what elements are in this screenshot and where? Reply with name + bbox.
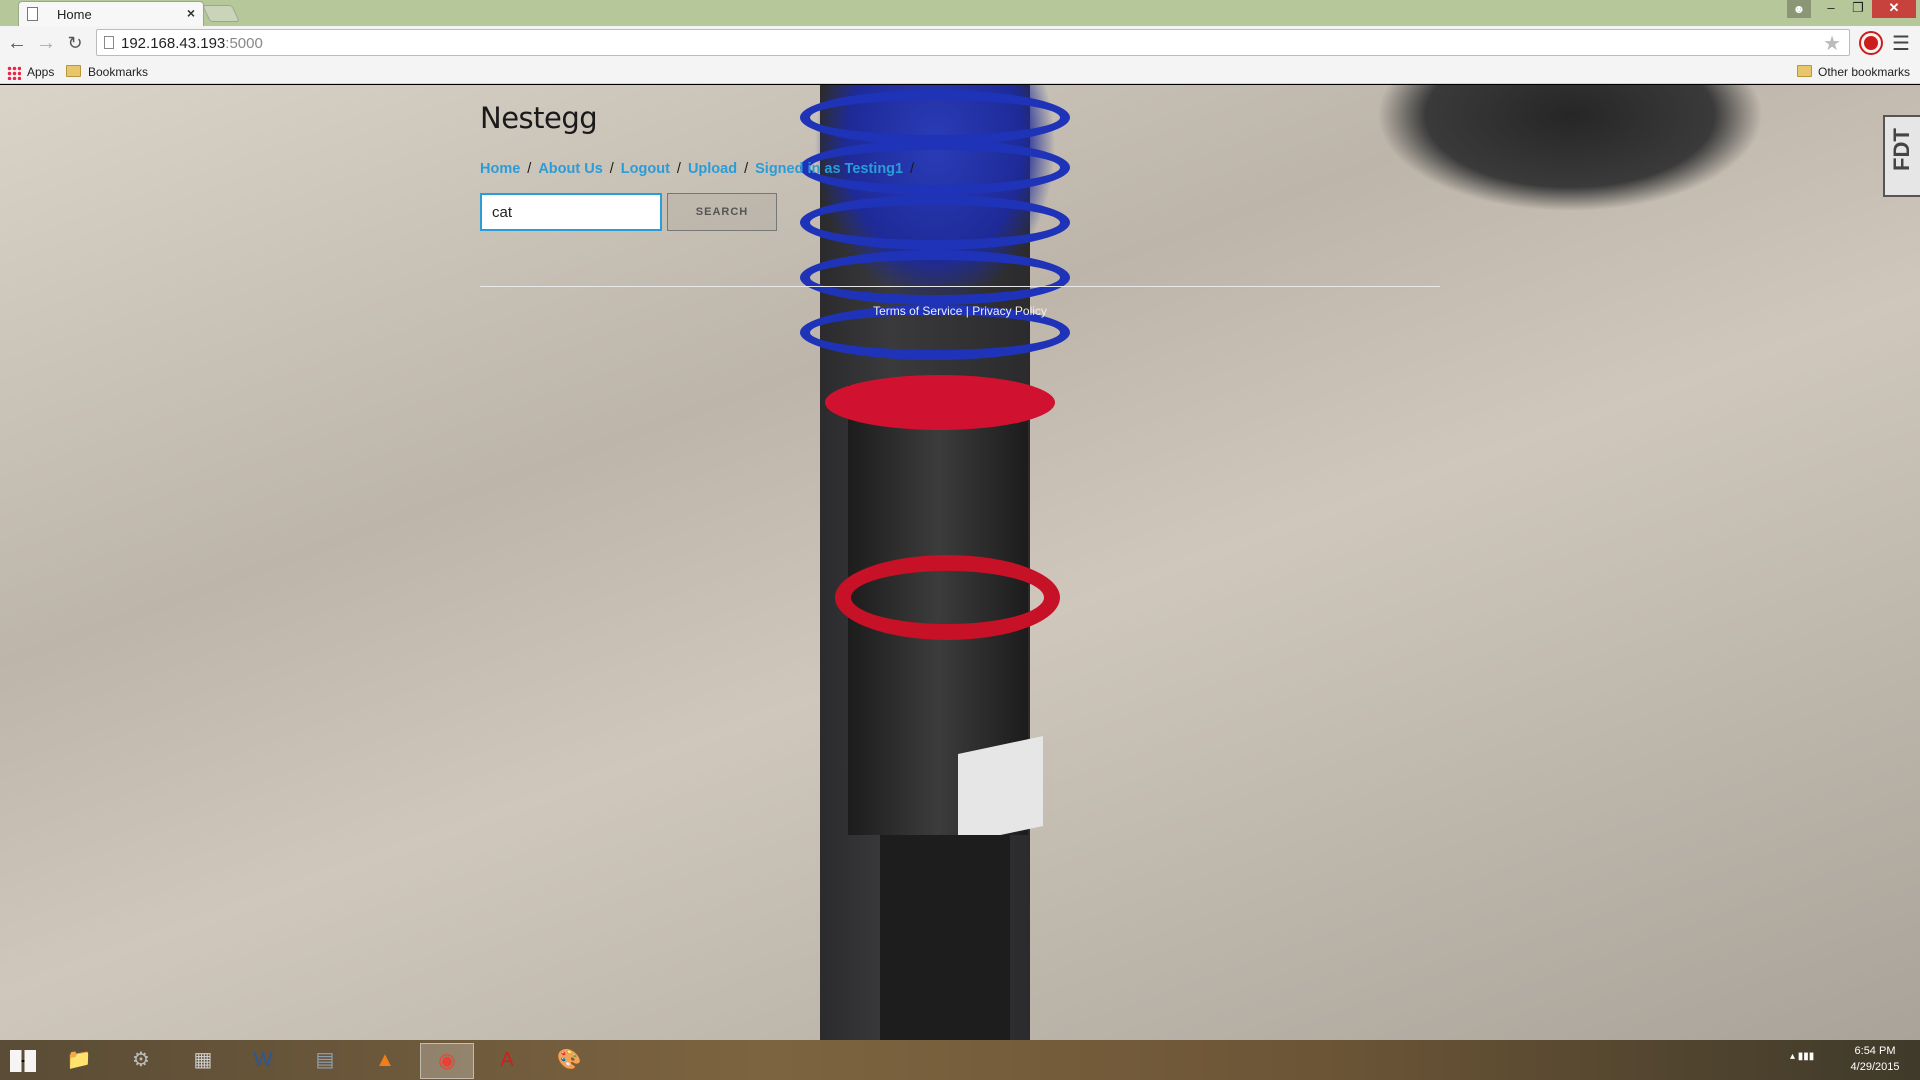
terms-of-service-link[interactable]: Terms of Service [873, 304, 962, 318]
back-arrow-icon[interactable]: ← [4, 30, 30, 56]
windows-taskbar: 📁 ⚙ ▦ W ▤ ▲ ◉ A 🎨 ▴ ▮▮▮ 6:54 PM 4/29/2015 [0, 1040, 1920, 1080]
taskbar-vlc-icon[interactable]: ▲ [358, 1043, 412, 1079]
background-photo-spring [800, 85, 1070, 385]
nav-signed-in-user[interactable]: Signed in as Testing1 [755, 161, 903, 177]
taskbar-acrobat-icon[interactable]: A [480, 1043, 534, 1079]
page-icon [104, 36, 114, 49]
bookmark-folder-bookmarks[interactable]: Bookmarks [88, 65, 148, 79]
system-tray[interactable]: ▴ ▮▮▮ [1790, 1051, 1814, 1062]
profile-icon[interactable]: ☻ [1787, 0, 1811, 18]
address-bar[interactable]: 192.168.43.193:5000 ★ [96, 29, 1850, 56]
forward-arrow-icon[interactable]: → [33, 30, 59, 56]
page-icon [27, 7, 38, 21]
clock-time: 6:54 PM [1854, 1045, 1896, 1057]
new-tab-button[interactable] [202, 5, 240, 22]
menu-icon[interactable]: ☰ [1892, 31, 1910, 56]
folder-icon [1797, 65, 1812, 77]
taskbar-calculator-icon[interactable]: ▤ [298, 1043, 352, 1079]
nav-logout[interactable]: Logout [621, 161, 670, 177]
nav-separator: / [676, 161, 681, 177]
site-navigation: Home / About Us / Logout / Upload / Signed in as… [480, 161, 921, 177]
taskbar-chrome-icon[interactable]: ◉ [420, 1043, 474, 1079]
footer-links: Terms of Service | Privacy Policy [480, 304, 1440, 318]
close-window-button[interactable]: ✕ [1872, 0, 1916, 18]
footer-separator: | [965, 304, 969, 318]
maximize-button[interactable]: ❐ [1845, 0, 1871, 18]
browser-title-bar: Home × ☻ – ❐ ✕ [0, 0, 1920, 26]
apps-grid-icon[interactable] [7, 66, 21, 80]
reload-icon[interactable]: ↻ [62, 30, 88, 56]
taskbar-file-explorer-icon[interactable]: 📁 [52, 1043, 106, 1079]
folder-icon [66, 65, 81, 77]
nav-separator: / [527, 161, 532, 177]
tab-home[interactable]: Home × [18, 1, 204, 26]
bookmarks-bar: Apps Bookmarks Other bookmarks [0, 60, 1920, 84]
nav-separator: / [609, 161, 614, 177]
bookmark-folder-other[interactable]: Other bookmarks [1818, 65, 1910, 79]
clock-date: 4/29/2015 [1850, 1061, 1900, 1073]
browser-toolbar: ← → ↻ 192.168.43.193:5000 ★ ☰ [0, 26, 1920, 60]
page-viewport: Nestegg Home / About Us / Logout / Upload / Sign… [0, 85, 1920, 1040]
search-button[interactable]: SEARCH [667, 193, 777, 231]
nav-home[interactable]: Home [480, 161, 520, 177]
url-text[interactable]: 192.168.43.193:5000 [121, 35, 263, 52]
side-tab-label: FDT [1889, 128, 1914, 171]
clock[interactable]: 6:54 PM 4/29/2015 [1840, 1043, 1910, 1075]
bookmark-apps[interactable]: Apps [27, 65, 54, 79]
site-title: Nestegg [480, 101, 598, 135]
extension-icon[interactable] [1861, 33, 1881, 53]
footer-divider [480, 286, 1440, 287]
star-icon[interactable]: ★ [1823, 31, 1841, 56]
nav-separator: / [744, 161, 749, 177]
minimize-button[interactable]: – [1818, 0, 1844, 18]
tab-title: Home [57, 7, 92, 22]
taskbar-word-icon[interactable]: W [236, 1043, 290, 1079]
nav-separator: / [910, 161, 915, 177]
taskbar-paint-icon[interactable]: 🎨 [542, 1043, 596, 1079]
windows-start-icon[interactable] [10, 1050, 36, 1072]
taskbar-network-icon[interactable]: ▦ [176, 1043, 230, 1079]
nav-about-us[interactable]: About Us [538, 161, 602, 177]
tab-close-icon[interactable]: × [187, 5, 195, 21]
search-input[interactable] [480, 193, 662, 231]
privacy-policy-link[interactable]: Privacy Policy [972, 304, 1047, 318]
nav-upload[interactable]: Upload [688, 161, 737, 177]
taskbar-settings-icon[interactable]: ⚙ [114, 1043, 168, 1079]
